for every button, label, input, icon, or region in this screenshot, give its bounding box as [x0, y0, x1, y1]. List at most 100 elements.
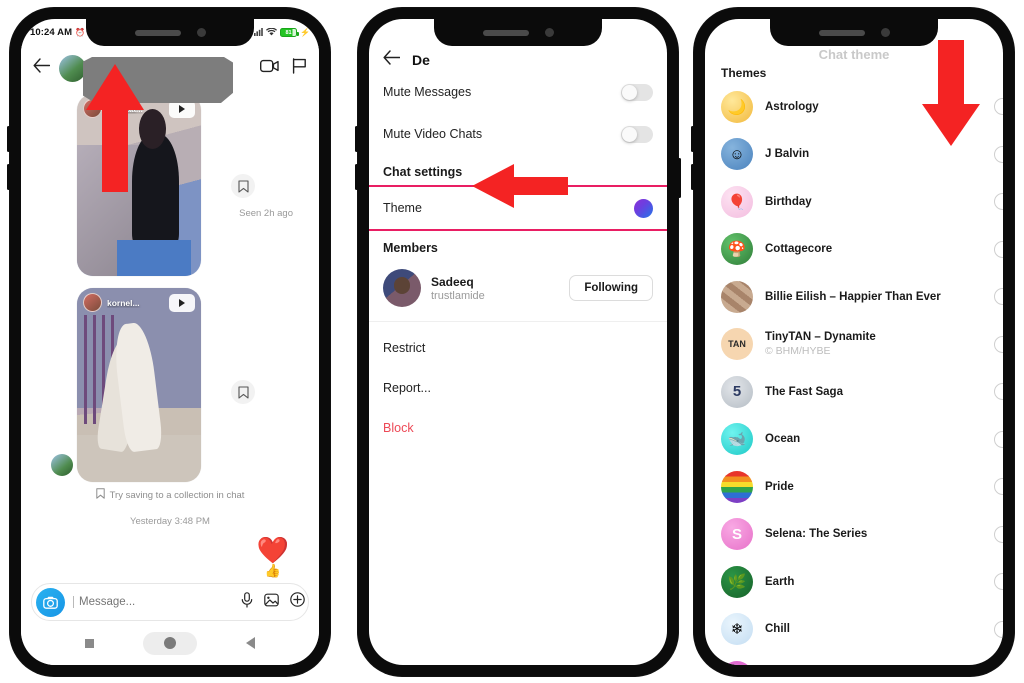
reel-image	[77, 288, 201, 482]
selena-icon: S	[721, 518, 753, 551]
save-bookmark-icon[interactable]	[231, 174, 255, 198]
alarm-icon: ⏰	[75, 27, 86, 37]
theme-name: The Fast Saga	[765, 385, 843, 398]
phone2-volume-down-button[interactable]	[355, 164, 358, 190]
following-button[interactable]: Following	[569, 275, 653, 301]
theme-list-item[interactable]: Billie Eilish – Happier Than Ever	[705, 273, 1003, 321]
theme-radio-button[interactable]	[994, 478, 1003, 496]
theme-radio-button[interactable]	[994, 383, 1003, 401]
back-triangle-icon[interactable]	[245, 637, 255, 649]
theme-radio-button[interactable]	[994, 240, 1003, 258]
phone1-notch	[86, 19, 254, 46]
phone-1-frame: 10:24 AM ⏰ 81 ⚡ kornel... Try saving to …	[7, 8, 330, 676]
earpiece-speaker	[134, 29, 181, 36]
mute-messages-toggle[interactable]	[621, 83, 653, 101]
flag-icon[interactable]	[292, 57, 307, 79]
earpiece-speaker	[482, 29, 529, 36]
message-reel-2[interactable]: kornel...	[21, 284, 319, 482]
phone-2-screen: De Mute Messages Mute Video Chats Chat s…	[369, 19, 667, 665]
report-action[interactable]: Report...	[369, 368, 667, 408]
save-bookmark-icon[interactable]	[231, 380, 255, 404]
theme-text-block: Birthday	[765, 196, 982, 208]
row-label: Mute Video Chats	[383, 127, 483, 141]
theme-text-block: Cottagecore	[765, 243, 982, 255]
theme-name: Pride	[765, 480, 794, 493]
message-input[interactable]	[73, 596, 233, 608]
theme-radio-button[interactable]	[994, 98, 1003, 116]
front-camera-dot	[880, 28, 890, 37]
theme-radio-button[interactable]	[994, 525, 1003, 543]
video-call-icon[interactable]	[259, 59, 279, 78]
theme-radio-button[interactable]	[994, 430, 1003, 448]
theme-name: Birthday	[765, 195, 812, 208]
restrict-action[interactable]: Restrict	[369, 328, 667, 368]
phone2-volume-up-button[interactable]	[355, 126, 358, 152]
j-balvin-icon: ☺	[721, 138, 753, 171]
pride-icon	[721, 470, 753, 503]
section-themes-label: Themes	[721, 66, 767, 80]
birthday-icon: 🎈	[721, 185, 753, 218]
signal-icon	[254, 27, 263, 38]
phone3-volume-down-button[interactable]	[691, 164, 694, 190]
android-navigation-bar	[21, 621, 319, 665]
heart-reaction-icon[interactable]: ❤️	[257, 537, 289, 563]
theme-name: Billie Eilish – Happier Than Ever	[765, 290, 941, 303]
back-arrow-icon[interactable]	[383, 50, 401, 70]
phone2-power-button[interactable]	[678, 158, 681, 198]
theme-list-item[interactable]: S Selena: The Series	[705, 511, 1003, 559]
battery-level: 81	[285, 29, 292, 36]
tinytan-2-icon: TAN	[721, 660, 753, 665]
divider	[369, 321, 667, 322]
reel-clip-icon[interactable]	[169, 293, 195, 312]
chat-message-list[interactable]: pavaaa...	[21, 90, 319, 581]
theme-list[interactable]: 🌙 Astrology ☺ J Balvin 🎈 Birthday 🍄 Cottagecore…	[705, 83, 1003, 665]
theme-list-item[interactable]: Pride	[705, 463, 1003, 511]
reel-thumbnail[interactable]: kornel...	[77, 288, 201, 482]
theme-list-item[interactable]: 🌿 Earth	[705, 558, 1003, 606]
microphone-icon[interactable]	[241, 591, 253, 613]
home-circle-icon[interactable]	[142, 631, 197, 655]
back-arrow-icon[interactable]	[33, 58, 51, 78]
recents-square-icon[interactable]	[85, 638, 95, 648]
theme-color-swatch[interactable]	[634, 198, 653, 218]
message-composer[interactable]	[31, 583, 309, 621]
theme-radio-button[interactable]	[994, 288, 1003, 306]
member-handle: trustlamide	[431, 289, 485, 302]
avatar[interactable]	[59, 54, 86, 82]
theme-list-item[interactable]: ❄ Chill	[705, 606, 1003, 654]
bookmark-icon	[95, 488, 105, 502]
member-row[interactable]: Sadeeq trustlamide Following	[369, 261, 667, 315]
theme-text-block: J Balvin	[765, 148, 982, 160]
thumbs-up-reaction-icon[interactable]: 👍	[257, 564, 289, 577]
billie-eilish-icon	[721, 280, 753, 313]
theme-radio-button[interactable]	[994, 335, 1003, 353]
theme-list-item[interactable]: 5 The Fast Saga	[705, 368, 1003, 416]
phone1-volume-up-button[interactable]	[7, 126, 10, 152]
image-gallery-icon[interactable]	[264, 593, 279, 612]
theme-radio-button[interactable]	[994, 145, 1003, 163]
theme-radio-button[interactable]	[994, 573, 1003, 591]
battery-icon: 81	[280, 28, 300, 37]
theme-radio-button[interactable]	[994, 620, 1003, 638]
mute-video-chats-toggle[interactable]	[621, 125, 653, 143]
theme-list-item[interactable]: 🍄 Cottagecore	[705, 226, 1003, 274]
member-avatar[interactable]	[383, 269, 421, 307]
theme-list-item[interactable]: 🎈 Birthday	[705, 178, 1003, 226]
theme-name: TinyTAN – Dynamite	[765, 331, 876, 344]
theme-radio-button[interactable]	[994, 193, 1003, 211]
block-action[interactable]: Block	[369, 408, 667, 448]
camera-icon[interactable]	[36, 587, 65, 617]
phone1-volume-down-button[interactable]	[7, 164, 10, 190]
row-mute-video-chats[interactable]: Mute Video Chats	[369, 113, 667, 155]
phone3-volume-up-button[interactable]	[691, 126, 694, 152]
theme-list-item[interactable]: 🐋 Ocean	[705, 416, 1003, 464]
message-reactions[interactable]: ❤️ 👍	[257, 537, 289, 577]
theme-list-item[interactable]: TANTinyTAN	[705, 653, 1003, 665]
theme-list-item[interactable]: TAN TinyTAN – Dynamite © BHM/HYBE	[705, 321, 1003, 369]
theme-text-block: Billie Eilish – Happier Than Ever	[765, 291, 982, 303]
plus-circle-icon[interactable]	[290, 592, 305, 612]
theme-name: Selena: The Series	[765, 528, 868, 541]
message-reel-1[interactable]: pavaaa...	[21, 90, 319, 276]
reel-author-avatar	[83, 293, 102, 312]
theme-name: Chill	[765, 623, 790, 636]
